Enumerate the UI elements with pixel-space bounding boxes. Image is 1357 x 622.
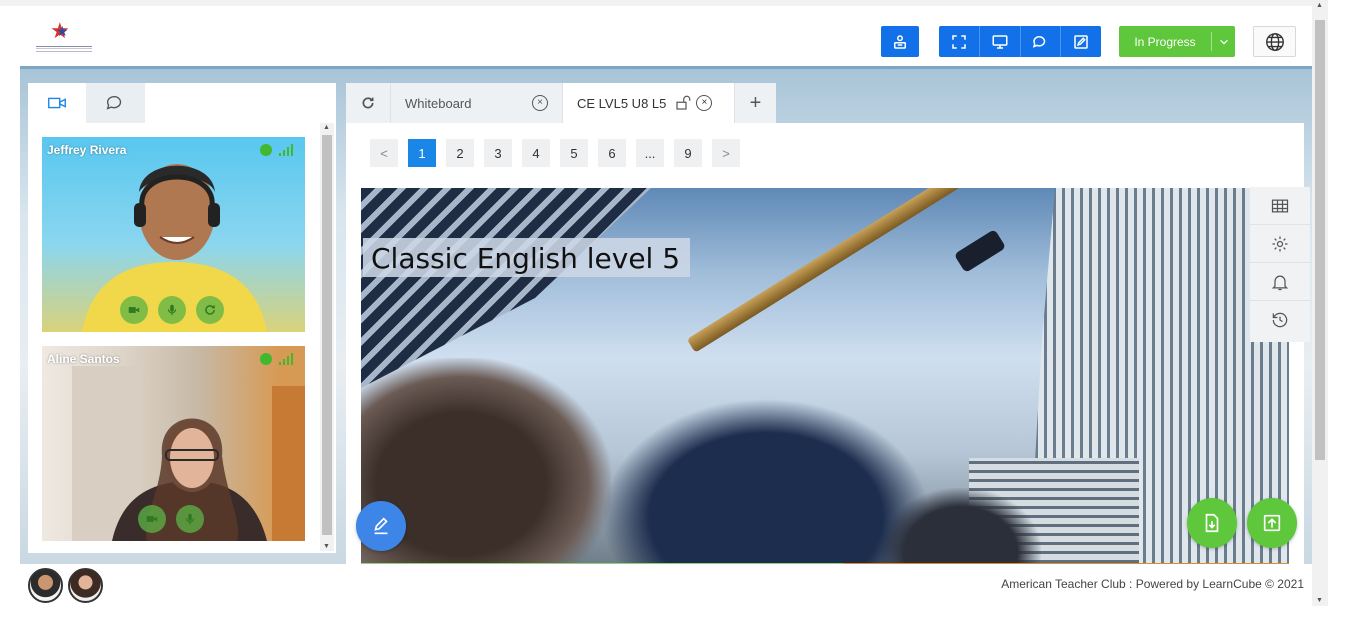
signal-strength-icon	[279, 144, 293, 156]
language-button[interactable]	[1253, 26, 1296, 57]
online-status-dot	[260, 144, 272, 156]
refresh-icon	[205, 305, 215, 315]
camera-toggle-button[interactable]	[138, 505, 166, 533]
plus-icon: +	[749, 91, 762, 114]
participants-panel: Jeffrey Rivera Aline Santos ▲ ▼	[28, 83, 336, 553]
grid-button[interactable]	[1250, 187, 1310, 225]
video-controls	[138, 505, 204, 533]
page-button-2[interactable]: 2	[446, 139, 474, 167]
slide-telescope-end	[953, 228, 1007, 274]
dashboard-icon	[894, 34, 906, 49]
tab-chat[interactable]	[86, 83, 144, 123]
close-icon[interactable]: ×	[532, 95, 548, 111]
tab-whiteboard[interactable]: Whiteboard ×	[390, 83, 562, 123]
edit-icon	[1074, 34, 1088, 49]
annotate-button[interactable]	[356, 501, 406, 551]
download-file-button[interactable]	[1187, 498, 1237, 548]
page-button-1[interactable]: 1	[408, 139, 436, 167]
american-teacher-club-logo: ★ ★	[36, 20, 92, 58]
side-toolbar	[1250, 187, 1310, 342]
microphone-icon	[167, 304, 177, 316]
classroom-stage: Jeffrey Rivera Aline Santos ▲ ▼ Whiteboa…	[20, 66, 1312, 564]
microphone-toggle-button[interactable]	[158, 296, 186, 324]
video-list-scrollbar[interactable]: ▲ ▼	[320, 123, 334, 551]
grid-icon	[1271, 199, 1289, 212]
notifications-button[interactable]	[1250, 263, 1310, 301]
participant-name: Jeffrey Rivera	[47, 143, 127, 157]
screen-share-icon	[992, 34, 1008, 49]
video-list: Jeffrey Rivera Aline Santos ▲ ▼	[28, 123, 336, 553]
page-button-5[interactable]: 5	[560, 139, 588, 167]
footer: American Teacher Club : Powered by Learn…	[0, 564, 1312, 622]
page-button-9[interactable]: 9	[674, 139, 702, 167]
content-area: Whiteboard × CE LVL5 U8 L5 × + < 1 2 3 4…	[346, 83, 1304, 564]
page-ellipsis-button[interactable]: ...	[636, 139, 664, 167]
history-icon	[1272, 312, 1288, 328]
file-add-icon	[1205, 513, 1219, 533]
microphone-toggle-button[interactable]	[176, 505, 204, 533]
footer-credit: American Teacher Club : Powered by Learn…	[1001, 577, 1304, 591]
slide-pager: < 1 2 3 4 5 6 ... 9 >	[370, 139, 740, 167]
settings-button[interactable]	[1250, 225, 1310, 263]
refresh-video-button[interactable]	[196, 296, 224, 324]
view-toolbar	[939, 26, 1101, 57]
unlock-icon[interactable]	[674, 94, 692, 112]
camera-icon	[146, 516, 158, 522]
dashboard-button[interactable]	[881, 26, 919, 57]
participant-name: Aline Santos	[47, 352, 120, 366]
camera-toggle-button[interactable]	[120, 296, 148, 324]
prev-page-button[interactable]: <	[370, 139, 398, 167]
screen-share-button[interactable]	[980, 26, 1021, 57]
video-tile: Jeffrey Rivera	[42, 137, 305, 332]
upload-icon	[1263, 514, 1281, 532]
tab-video[interactable]	[28, 83, 86, 123]
page-button-4[interactable]: 4	[522, 139, 550, 167]
tab-lesson[interactable]: CE LVL5 U8 L5 ×	[562, 83, 734, 123]
chat-icon	[106, 95, 122, 110]
chat-icon	[1033, 35, 1046, 48]
lesson-slide[interactable]: Classic English level 5	[361, 188, 1289, 564]
chevron-down-icon	[1211, 32, 1235, 51]
video-camera-icon	[48, 97, 66, 109]
page-scrollbar[interactable]: ▲ ▼	[1312, 0, 1328, 606]
slide-telescope	[686, 188, 976, 353]
bell-icon	[1271, 275, 1289, 290]
lesson-board: < 1 2 3 4 5 6 ... 9 > Classic English le…	[346, 123, 1304, 564]
refresh-icon	[362, 97, 374, 109]
next-page-button[interactable]: >	[712, 139, 740, 167]
video-controls	[120, 296, 224, 324]
pen-icon	[374, 517, 388, 535]
history-button[interactable]	[1250, 301, 1310, 339]
panel-tabs	[28, 83, 145, 123]
online-status-dot	[260, 353, 272, 365]
camera-icon	[128, 307, 140, 313]
video-tile: Aline Santos	[42, 346, 305, 541]
page-button-6[interactable]: 6	[598, 139, 626, 167]
upload-button[interactable]	[1247, 498, 1297, 548]
globe-icon	[1265, 32, 1284, 51]
tab-label: CE LVL5 U8 L5	[577, 95, 667, 111]
slide-title: Classic English level 5	[363, 238, 691, 277]
document-tabs: Whiteboard × CE LVL5 U8 L5 × +	[346, 83, 776, 123]
fullscreen-button[interactable]	[939, 26, 980, 57]
top-bar: ★ ★ In Progress	[0, 0, 1312, 66]
lesson-status-dropdown[interactable]: In Progress	[1119, 26, 1235, 57]
page-button-3[interactable]: 3	[484, 139, 512, 167]
avatar[interactable]	[68, 568, 103, 603]
avatar[interactable]	[28, 568, 63, 603]
microphone-icon	[185, 513, 195, 525]
chat-button[interactable]	[1021, 26, 1062, 57]
signal-strength-icon	[279, 353, 293, 365]
status-label: In Progress	[1134, 34, 1196, 49]
slide-person-binoculars	[881, 488, 1041, 564]
close-icon[interactable]: ×	[696, 95, 713, 111]
tab-label: Whiteboard	[405, 95, 472, 111]
settings-icon	[1272, 236, 1288, 251]
add-tab-button[interactable]: +	[734, 83, 776, 123]
fullscreen-icon	[952, 34, 966, 49]
edit-button[interactable]	[1061, 26, 1101, 57]
reload-tabs-button[interactable]	[346, 83, 390, 123]
